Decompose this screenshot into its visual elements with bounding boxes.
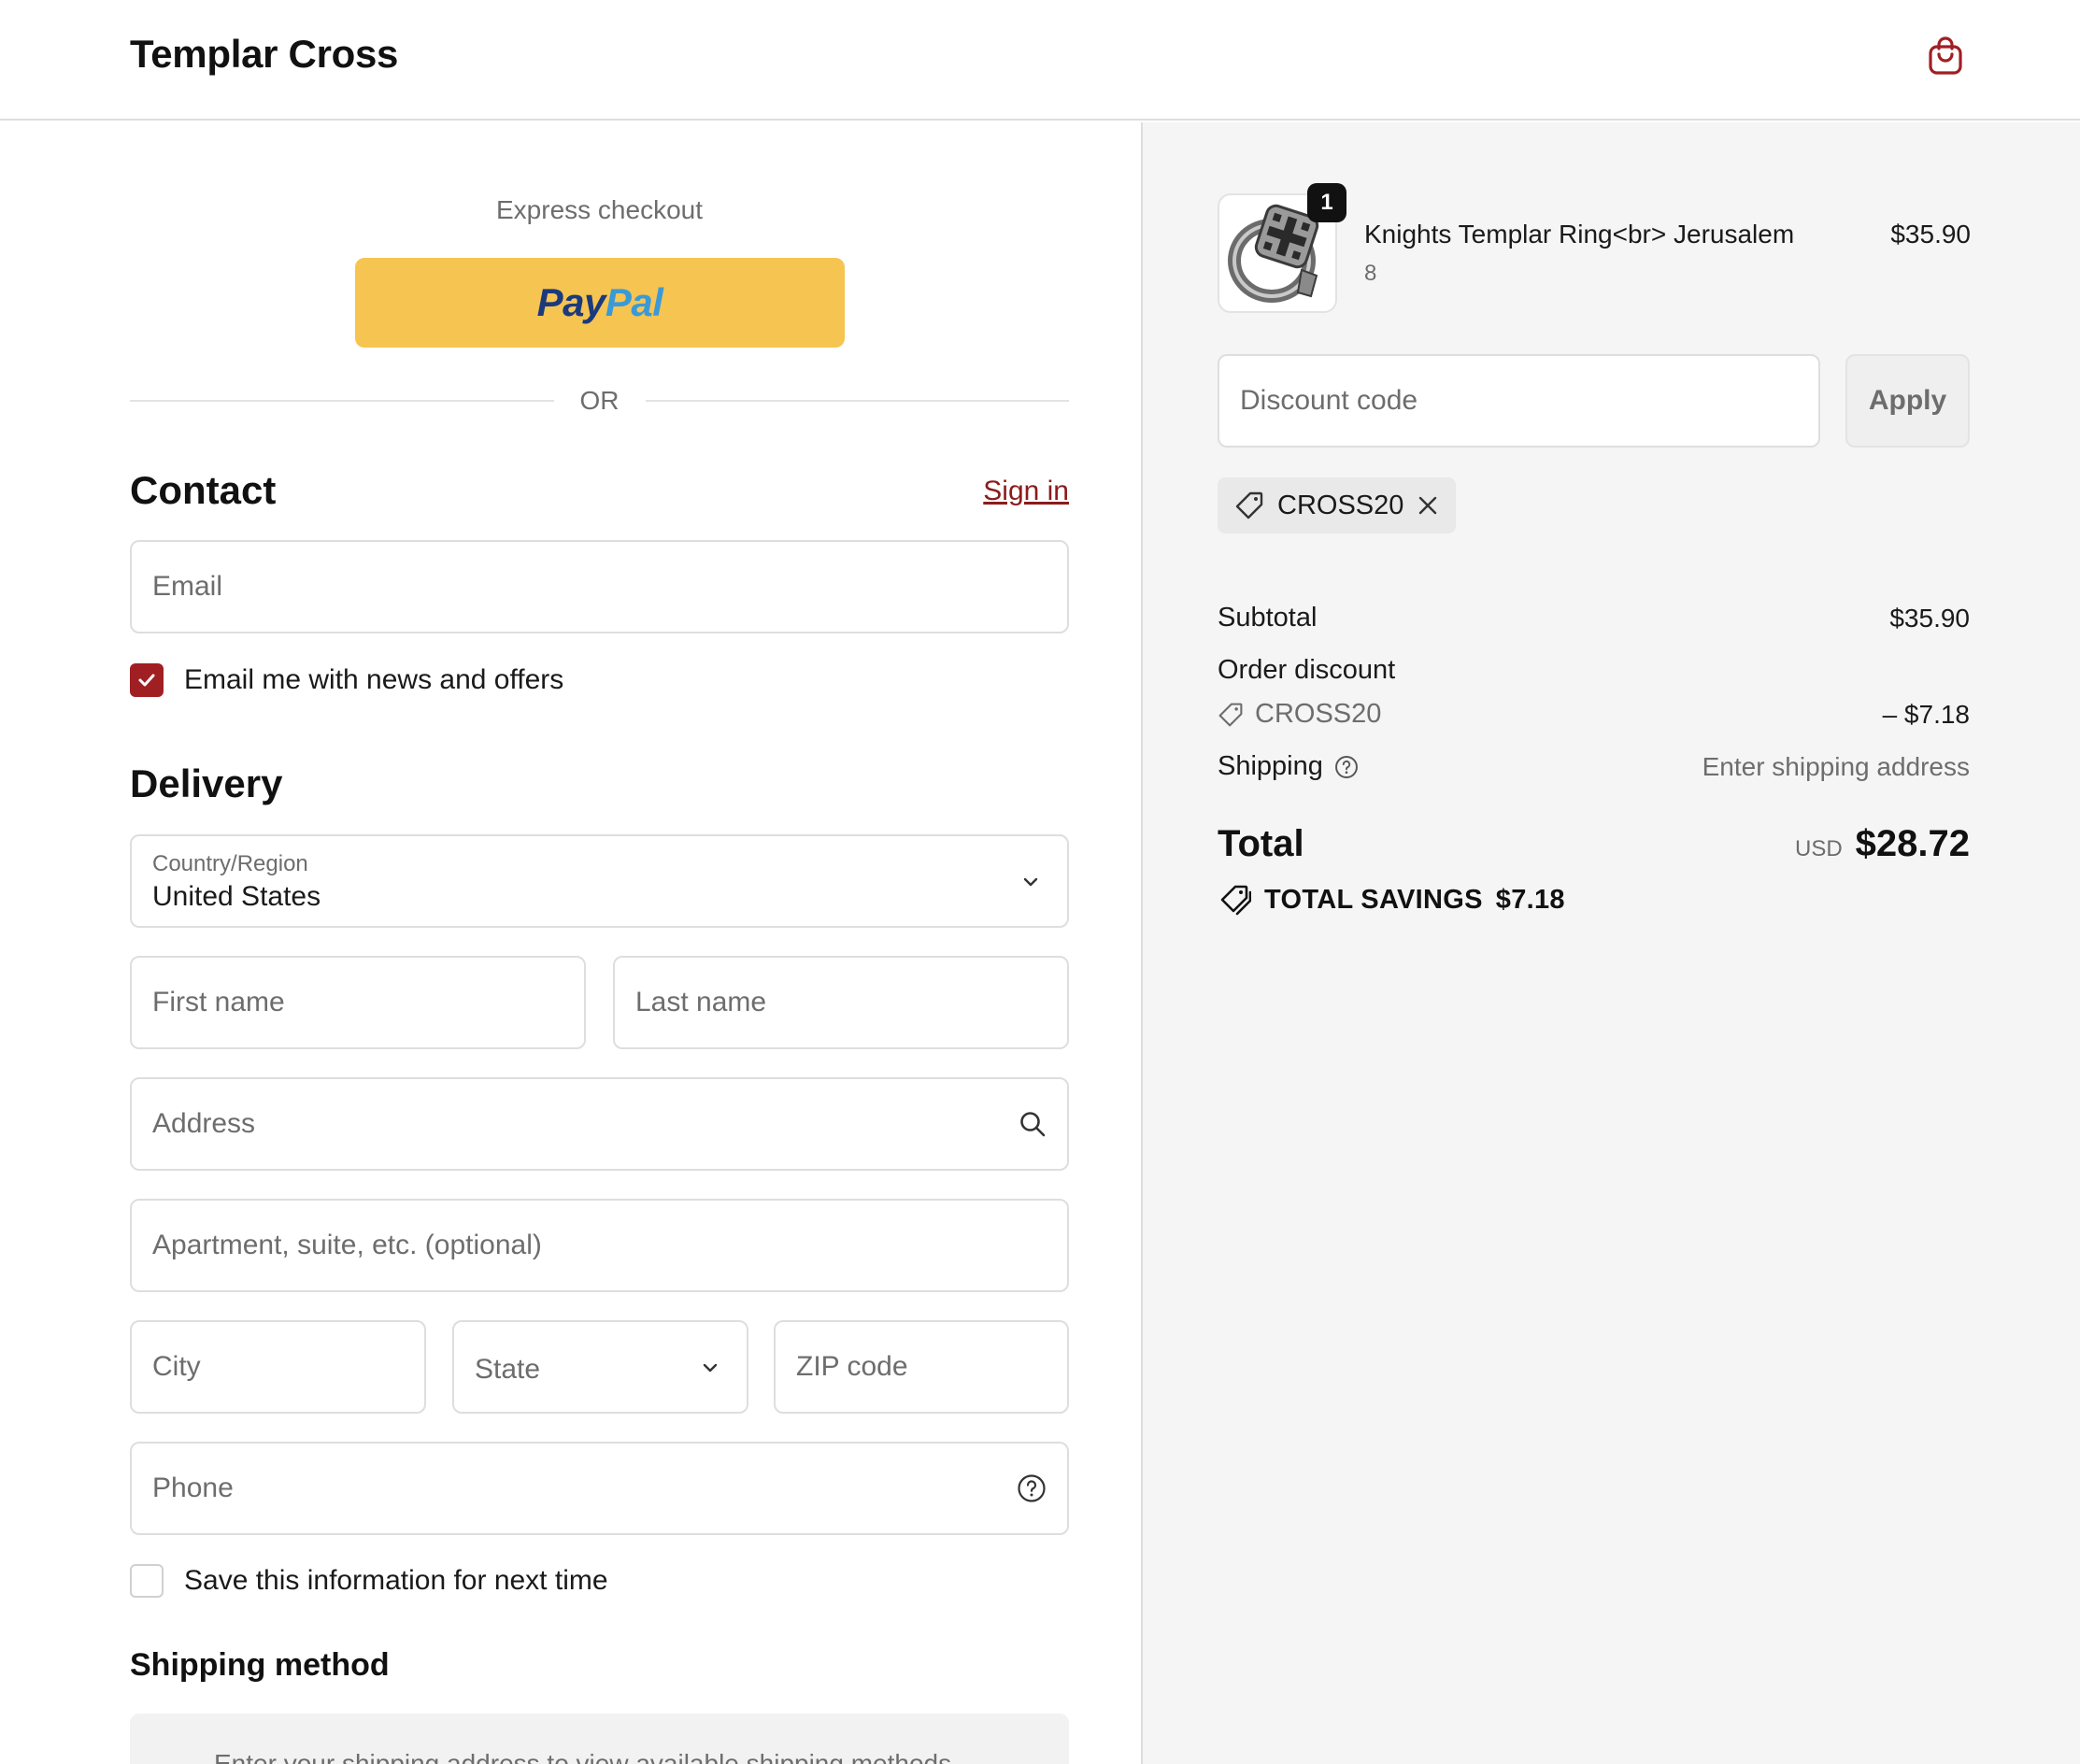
discount-code-line: CROSS20 [1218,699,1381,730]
or-label: OR [579,386,620,415]
discount-code-field[interactable] [1218,354,1820,448]
state-select[interactable]: State [452,1320,748,1414]
product-name: Knights Templar Ring<br> Jerusalem [1364,220,1795,249]
phone-input[interactable] [152,1472,1017,1504]
apartment-field[interactable] [130,1199,1069,1292]
discount-value: – $7.18 [1882,699,1970,729]
last-name-input[interactable] [635,987,1047,1018]
total-savings-row: TOTAL SAVINGS $7.18 [1218,884,1565,916]
shipping-method-message: Enter your shipping address to view avai… [214,1749,959,1764]
cart-button[interactable] [1923,34,1968,78]
first-name-input[interactable] [152,987,563,1018]
country-label: Country/Region [152,851,308,876]
total-value: $28.72 [1855,823,1970,864]
help-icon[interactable] [1334,755,1359,779]
shopping-bag-icon [1929,36,1962,75]
product-price: $35.90 [1890,220,1971,249]
contact-heading: Contact [130,468,277,512]
email-input[interactable] [152,571,1047,603]
subtotal-row: Subtotal $35.90 [1218,603,1970,633]
subtotal-label: Subtotal [1218,603,1318,633]
total-savings-label: TOTAL SAVINGS [1264,884,1483,915]
shipping-label: Shipping [1218,751,1323,781]
newsletter-checkbox[interactable] [130,663,164,697]
country-select[interactable]: Country/Region United States [130,834,1069,928]
order-discount-label: Order discount [1218,655,1396,685]
last-name-field[interactable] [613,956,1069,1049]
newsletter-option[interactable]: Email me with news and offers [130,663,563,697]
discount-code-label: CROSS20 [1255,699,1382,729]
state-label: State [475,1354,541,1385]
apply-discount-button[interactable]: Apply [1845,354,1970,448]
chevron-down-icon [703,1363,718,1373]
city-input[interactable] [152,1351,404,1383]
shipping-line: Shipping [1218,751,1359,782]
paypal-button[interactable]: PayPal [355,258,845,348]
tag-icon [1235,491,1263,519]
save-info-option[interactable]: Save this information for next time [130,1564,608,1598]
header: Templar Cross [0,0,2080,121]
order-discount-row: Order discount [1218,655,1970,686]
brand-logo[interactable]: Templar Cross [130,32,398,77]
zip-field[interactable] [774,1320,1069,1414]
delivery-heading: Delivery [130,761,283,805]
country-value: United States [152,881,321,912]
address-field[interactable] [130,1077,1069,1171]
remove-discount-button[interactable] [1417,494,1439,517]
checkout-page: Templar Cross Express checkout PayPal OR… [0,0,2080,1764]
close-icon [1419,496,1437,515]
quantity-badge: 1 [1307,183,1346,222]
save-info-checkbox[interactable] [130,1564,164,1598]
newsletter-label: Email me with news and offers [184,664,564,695]
checkout-form: Express checkout PayPal OR Contact Sign … [0,122,1141,1764]
express-checkout-label: Express checkout [496,195,703,224]
divider-line [130,400,554,402]
shipping-value: Enter shipping address [1702,751,1970,781]
paypal-logo: PayPal [536,280,663,324]
chevron-down-icon [1023,877,1038,887]
city-field[interactable] [130,1320,426,1414]
checkmark-icon [138,674,155,687]
shipping-row: Shipping Enter shipping address [1218,751,1970,782]
or-divider: OR [130,384,1069,418]
search-icon [1019,1110,1047,1138]
shipping-method-notice: Enter your shipping address to view avai… [130,1714,1069,1764]
first-name-field[interactable] [130,956,586,1049]
help-icon[interactable] [1017,1473,1047,1503]
tags-icon [1220,885,1251,916]
sign-in-link[interactable]: Sign in [983,476,1069,507]
total-currency: USD [1794,836,1843,861]
order-summary: 1 Knights Templar Ring<br> Jerusalem 8 $… [1141,122,2080,1764]
subtotal-value: $35.90 [1889,603,1970,633]
applied-discount-chip: CROSS20 [1218,477,1457,533]
discount-code-row: CROSS20 – $7.18 [1218,699,1970,730]
total-row: Total USD $28.72 [1218,823,1970,865]
email-field[interactable] [130,540,1069,633]
address-input[interactable] [152,1108,1019,1140]
save-info-label: Save this information for next time [184,1565,608,1596]
discount-code-input[interactable] [1240,385,1798,417]
applied-code-label: CROSS20 [1277,490,1404,520]
divider-line [645,400,1069,402]
total-amount: USD $28.72 [1795,823,1970,865]
product-variant: 8 [1364,261,1377,286]
total-label: Total [1218,823,1304,864]
tag-icon [1218,703,1243,726]
total-savings-value: $7.18 [1495,884,1565,915]
shipping-method-heading: Shipping method [130,1647,390,1683]
apartment-input[interactable] [152,1230,1047,1261]
phone-field[interactable] [130,1442,1069,1535]
zip-input[interactable] [796,1351,1047,1383]
